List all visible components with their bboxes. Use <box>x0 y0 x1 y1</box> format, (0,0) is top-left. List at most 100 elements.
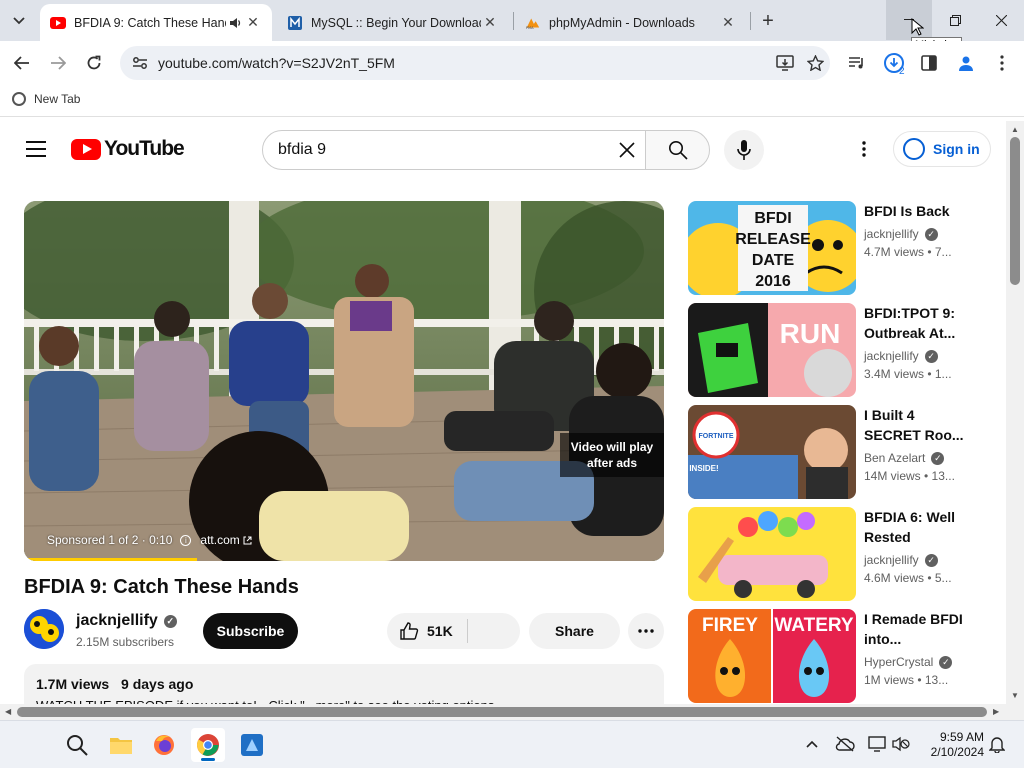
scroll-right-icon[interactable]: ▶ <box>993 707 999 716</box>
back-button[interactable] <box>8 49 36 77</box>
svg-text:PMA: PMA <box>526 25 534 29</box>
profile-button[interactable] <box>952 49 980 77</box>
like-dislike-group: 51K <box>387 613 520 649</box>
youtube-header: YouTube bfdia 9 Sign in <box>0 121 1006 177</box>
chevron-up-icon <box>806 740 818 748</box>
notifications-button[interactable] <box>986 733 1008 755</box>
restore-icon <box>949 14 961 26</box>
close-window-button[interactable] <box>978 0 1024 40</box>
account-circle-icon <box>903 138 925 160</box>
display-status[interactable] <box>866 733 888 755</box>
clear-search-icon[interactable] <box>609 141 645 159</box>
view-count: 1.7M views <box>36 676 110 692</box>
minimize-button[interactable] <box>886 0 932 40</box>
tab-close-button[interactable]: ✕ <box>244 14 262 32</box>
video-thumbnail[interactable]: RUN <box>688 303 856 397</box>
search-icon <box>668 141 688 160</box>
scroll-down-icon[interactable]: ▼ <box>1011 691 1019 700</box>
phpmyadmin-icon: PMA <box>525 15 541 31</box>
chevron-down-icon <box>13 17 25 25</box>
restore-button[interactable] <box>932 0 978 40</box>
address-bar[interactable]: youtube.com/watch?v=S2JV2nT_5FM <box>120 46 830 80</box>
media-controls-button[interactable] <box>843 49 871 77</box>
rec-channel: jacknjellify ✓ <box>864 349 938 363</box>
external-link-icon <box>243 536 252 544</box>
scrollbar-thumb[interactable] <box>17 707 987 717</box>
thumb-text: RUN <box>780 318 841 349</box>
recommended-video[interactable]: FORTNITE INSIDE! I Built 4 SECRET Roo...… <box>688 405 988 499</box>
more-actions-button[interactable] <box>628 613 664 649</box>
arrow-right-icon <box>51 56 66 70</box>
search-button[interactable] <box>645 130 710 170</box>
video-thumbnail[interactable]: FIREY WATERY <box>688 609 856 703</box>
file-explorer-button[interactable] <box>104 728 138 762</box>
youtube-logo[interactable]: YouTube <box>71 137 185 161</box>
new-tab-button[interactable]: + <box>756 9 780 33</box>
recommended-video[interactable]: RUN BFDI:TPOT 9: Outbreak At... jacknjel… <box>688 303 988 397</box>
upload-age: 9 days ago <box>121 676 194 692</box>
rec-channel: jacknjellify ✓ <box>864 227 938 241</box>
bookmark-new-tab[interactable]: New Tab <box>12 92 80 106</box>
taskbar-search-button[interactable] <box>60 728 94 762</box>
search-input[interactable]: bfdia 9 <box>278 141 609 159</box>
scroll-left-icon[interactable]: ◀ <box>5 707 11 716</box>
reload-button[interactable] <box>80 49 108 77</box>
clock[interactable]: 9:59 AM 2/10/2024 <box>920 730 984 760</box>
video-thumbnail[interactable]: BFDI RELEASE DATE 2016 <box>688 201 856 295</box>
chrome-menu-button[interactable] <box>988 49 1016 77</box>
tab-title: BFDIA 9: Catch These Hands <box>74 15 226 30</box>
voice-search-button[interactable] <box>724 130 764 170</box>
tab-youtube[interactable]: BFDIA 9: Catch These Hands ✕ <box>40 4 272 41</box>
channel-name[interactable]: jacknjellify ✓ <box>76 612 177 630</box>
video-thumbnail[interactable]: FORTNITE INSIDE! <box>688 405 856 499</box>
tab-mysql[interactable]: MySQL :: Begin Your Download ✕ <box>277 4 509 41</box>
video-thumbnail[interactable] <box>688 507 856 601</box>
tab-close-button[interactable]: ✕ <box>481 14 499 32</box>
scroll-up-icon[interactable]: ▲ <box>1011 125 1019 134</box>
forward-button[interactable] <box>44 49 72 77</box>
rec-title-line: BFDIA 6: Well <box>864 509 956 525</box>
vertical-scrollbar[interactable]: ▲ ▼ <box>1006 121 1024 704</box>
app-taskbar-button[interactable] <box>235 728 269 762</box>
share-button[interactable]: Share <box>529 613 620 649</box>
menu-icon[interactable] <box>24 138 48 160</box>
horizontal-scrollbar[interactable]: ◀ ▶ <box>0 704 1024 720</box>
tab-search-button[interactable] <box>6 8 32 34</box>
side-panel-button[interactable] <box>915 49 943 77</box>
advertiser-link[interactable]: att.com <box>200 533 239 547</box>
chrome-taskbar-button[interactable] <box>191 728 225 762</box>
firefox-button[interactable] <box>147 728 181 762</box>
rec-title: BFDI Is Back <box>864 201 976 221</box>
scrollbar-thumb[interactable] <box>1010 137 1020 285</box>
dislike-button[interactable] <box>468 613 520 649</box>
video-player[interactable]: Video will play after ads Sponsored 1 of… <box>24 201 664 561</box>
bookmark-star-icon[interactable] <box>800 55 830 71</box>
rec-meta: 4.6M views • 5... <box>864 571 952 585</box>
settings-menu-button[interactable] <box>852 137 876 161</box>
subscribe-button[interactable]: Subscribe <box>203 613 298 649</box>
recommended-video[interactable]: BFDI RELEASE DATE 2016 BFDI Is Back jack… <box>688 201 988 295</box>
info-icon[interactable]: i <box>180 534 192 546</box>
recommended-video[interactable]: BFDIA 6: Well Rested jacknjellify ✓ 4.6M … <box>688 507 988 601</box>
network-status[interactable] <box>834 733 856 755</box>
channel-avatar[interactable] <box>24 609 64 649</box>
sign-in-button[interactable]: Sign in <box>893 131 991 167</box>
speaker-icon[interactable] <box>226 17 244 29</box>
skip-hint-line1: Video will play <box>570 440 654 454</box>
subscriber-count: 2.15M subscribers <box>76 635 175 649</box>
show-hidden-icons-button[interactable] <box>801 733 823 755</box>
rec-title-line: BFDI Is Back <box>864 203 950 219</box>
tab-phpmyadmin[interactable]: PMA phpMyAdmin - Downloads ✕ <box>515 4 747 41</box>
recommended-video[interactable]: FIREY WATERY I Remade BFDI into... Hyper… <box>688 609 988 703</box>
verified-icon: ✓ <box>931 451 945 465</box>
site-info-icon[interactable] <box>128 56 152 70</box>
video-stats: 1.7M views 9 days ago <box>36 676 652 692</box>
active-indicator <box>201 758 215 761</box>
tab-close-button[interactable]: ✕ <box>719 14 737 32</box>
ad-progress-bar <box>24 558 197 561</box>
downloads-button[interactable]: 2 <box>880 49 908 77</box>
volume-status[interactable] <box>890 733 912 755</box>
like-button[interactable]: 51K <box>387 613 467 649</box>
install-app-icon[interactable] <box>770 55 800 71</box>
search-box[interactable]: bfdia 9 <box>262 130 646 170</box>
